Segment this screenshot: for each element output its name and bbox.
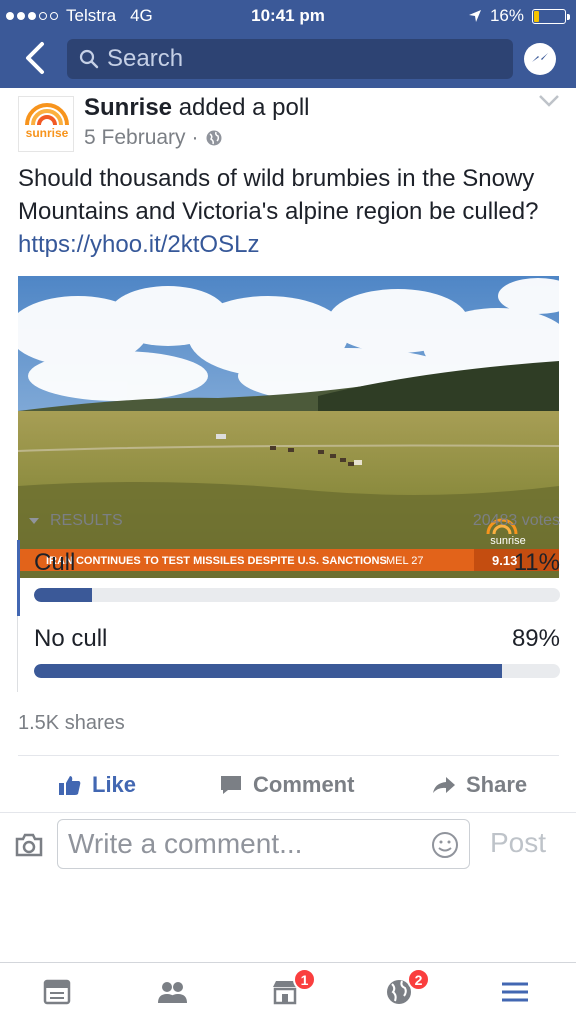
post-text: Should thousands of wild brumbies in the… — [18, 162, 558, 261]
comment-bar: Write a comment... Post — [0, 815, 576, 875]
post-body: Should thousands of wild brumbies in the… — [18, 165, 539, 225]
poll-option[interactable]: Cull 11% — [17, 540, 560, 616]
battery-icon — [532, 8, 570, 24]
sunrise-logo: sunrise — [25, 103, 69, 140]
post-comment-button[interactable]: Post — [490, 827, 546, 859]
poll-progress-bar — [34, 588, 92, 602]
search-placeholder: Search — [107, 45, 184, 72]
emoji-icon[interactable] — [431, 831, 459, 859]
landscape-image: IRAN CONTINUES TO TEST MISSILES DESPITE … — [18, 276, 559, 578]
comment-button[interactable]: Comment — [219, 762, 354, 808]
shares-count[interactable]: 1.5K shares — [18, 712, 125, 735]
post-link[interactable]: https://yhoo.it/2ktOSLz — [18, 231, 259, 258]
caret-down-icon — [29, 518, 39, 524]
menu-icon — [502, 982, 528, 1002]
messenger-icon — [532, 53, 548, 62]
marketplace-badge: 1 — [293, 968, 316, 991]
divider — [0, 812, 576, 813]
status-bar: Telstra 4G 10:41 pm 16% — [0, 0, 576, 34]
comment-label: Comment — [253, 772, 355, 797]
share-label: Share — [466, 772, 528, 797]
svg-text:sunrise: sunrise — [26, 126, 69, 140]
poll-option-percent: 11% — [513, 549, 560, 576]
poll-progress-track — [34, 664, 560, 678]
back-arrow-icon[interactable] — [20, 40, 50, 76]
poll-progress-track — [34, 588, 560, 602]
location-arrow-icon — [468, 10, 481, 22]
tab-notifications[interactable]: 2 — [384, 968, 430, 1009]
battery-percent: 16% — [489, 6, 524, 25]
tab-news-feed[interactable] — [42, 977, 74, 1009]
thumbs-up-icon — [59, 776, 81, 795]
post-header: Sunrise added a poll — [84, 94, 309, 122]
comment-input[interactable]: Write a comment... — [57, 819, 470, 869]
notifications-badge: 2 — [407, 968, 430, 991]
poll-option[interactable]: No cull 89% — [18, 616, 560, 692]
avatar[interactable]: sunrise — [18, 96, 74, 152]
camera-icon[interactable] — [14, 832, 44, 858]
vote-count: 20483 votes — [472, 512, 560, 529]
bottom-tab-bar: 1 2 — [0, 962, 576, 1024]
post-date[interactable]: 5 February — [84, 126, 186, 150]
post-actions: Like Comment Share — [0, 762, 576, 808]
divider — [18, 755, 559, 756]
poll-progress-bar — [34, 664, 503, 678]
messenger-button[interactable] — [524, 43, 556, 75]
results-toggle[interactable]: RESULTS — [28, 512, 123, 530]
comment-placeholder: Write a comment... — [68, 828, 303, 859]
chevron-down-icon[interactable] — [538, 94, 560, 108]
poll-option-label: No cull — [34, 625, 108, 652]
search-input[interactable]: Search — [67, 39, 513, 79]
post-photo[interactable]: IRAN CONTINUES TO TEST MISSILES DESPITE … — [18, 276, 559, 578]
share-arrow-icon — [433, 777, 455, 793]
tab-menu[interactable] — [500, 977, 532, 1009]
poll-option-label: Cull — [34, 549, 76, 576]
post-meta: 5 February · — [84, 126, 223, 150]
comment-icon — [221, 776, 241, 794]
poll-options: Cull 11% No cull 89% — [17, 540, 560, 692]
like-button[interactable]: Like — [58, 762, 136, 808]
news-feed-icon — [43, 979, 71, 1005]
author-name[interactable]: Sunrise — [84, 94, 172, 121]
like-label: Like — [92, 772, 137, 797]
results-label: RESULTS — [50, 512, 123, 529]
search-icon — [79, 49, 99, 69]
post-action: added a poll — [178, 94, 310, 121]
tab-marketplace[interactable]: 1 — [270, 968, 316, 1009]
share-button[interactable]: Share — [432, 762, 527, 808]
poll-option-percent: 89% — [511, 625, 560, 652]
tab-friends[interactable] — [156, 977, 188, 1009]
top-header: Telstra 4G 10:41 pm 16% Search — [0, 0, 576, 88]
friends-icon — [158, 982, 187, 1003]
status-right: 16% — [468, 6, 570, 26]
globe-icon — [206, 130, 222, 146]
